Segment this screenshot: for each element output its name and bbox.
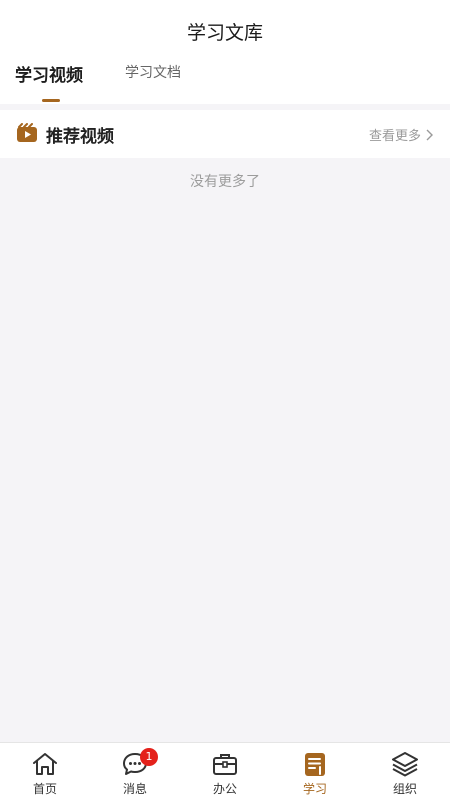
nav-item-home[interactable]: 首页 <box>0 743 90 801</box>
study-icon <box>305 753 325 776</box>
nav-label-office: 办公 <box>212 782 237 796</box>
recommended-videos-header: 推荐视频 查看更多 <box>0 110 450 158</box>
see-more-link[interactable]: 查看更多 <box>369 125 433 144</box>
layers-icon <box>392 752 418 777</box>
nav-item-organization[interactable]: 组织 <box>360 743 450 801</box>
unread-badge: 1 <box>140 748 158 766</box>
nav-label-study: 学习 <box>302 782 327 796</box>
home-icon <box>33 753 57 775</box>
tab-study-docs[interactable]: 学习文档 <box>125 62 181 82</box>
nav-item-office[interactable]: 办公 <box>180 743 270 801</box>
nav-label-organization: 组织 <box>392 782 417 796</box>
active-tab-indicator <box>42 99 60 102</box>
nav-item-messages[interactable]: 1 消息 <box>90 743 180 801</box>
nav-label-home: 首页 <box>32 782 57 796</box>
see-more-label: 查看更多 <box>368 129 421 144</box>
section-title: 推荐视频 <box>46 127 114 147</box>
nav-label-messages: 消息 <box>122 782 147 796</box>
bottom-nav: 首页 1 消息 办公 学习 组织 <box>0 742 450 801</box>
empty-list-message: 没有更多了 <box>190 174 260 190</box>
chevron-right-icon <box>426 129 433 140</box>
header: 学习文库 学习视频 学习文档 <box>0 0 450 104</box>
page-title: 学习文库 <box>186 22 263 44</box>
tab-study-videos[interactable]: 学习视频 <box>15 61 83 86</box>
video-icon <box>17 123 37 142</box>
briefcase-icon <box>213 754 237 775</box>
nav-item-study[interactable]: 学习 <box>270 743 360 801</box>
